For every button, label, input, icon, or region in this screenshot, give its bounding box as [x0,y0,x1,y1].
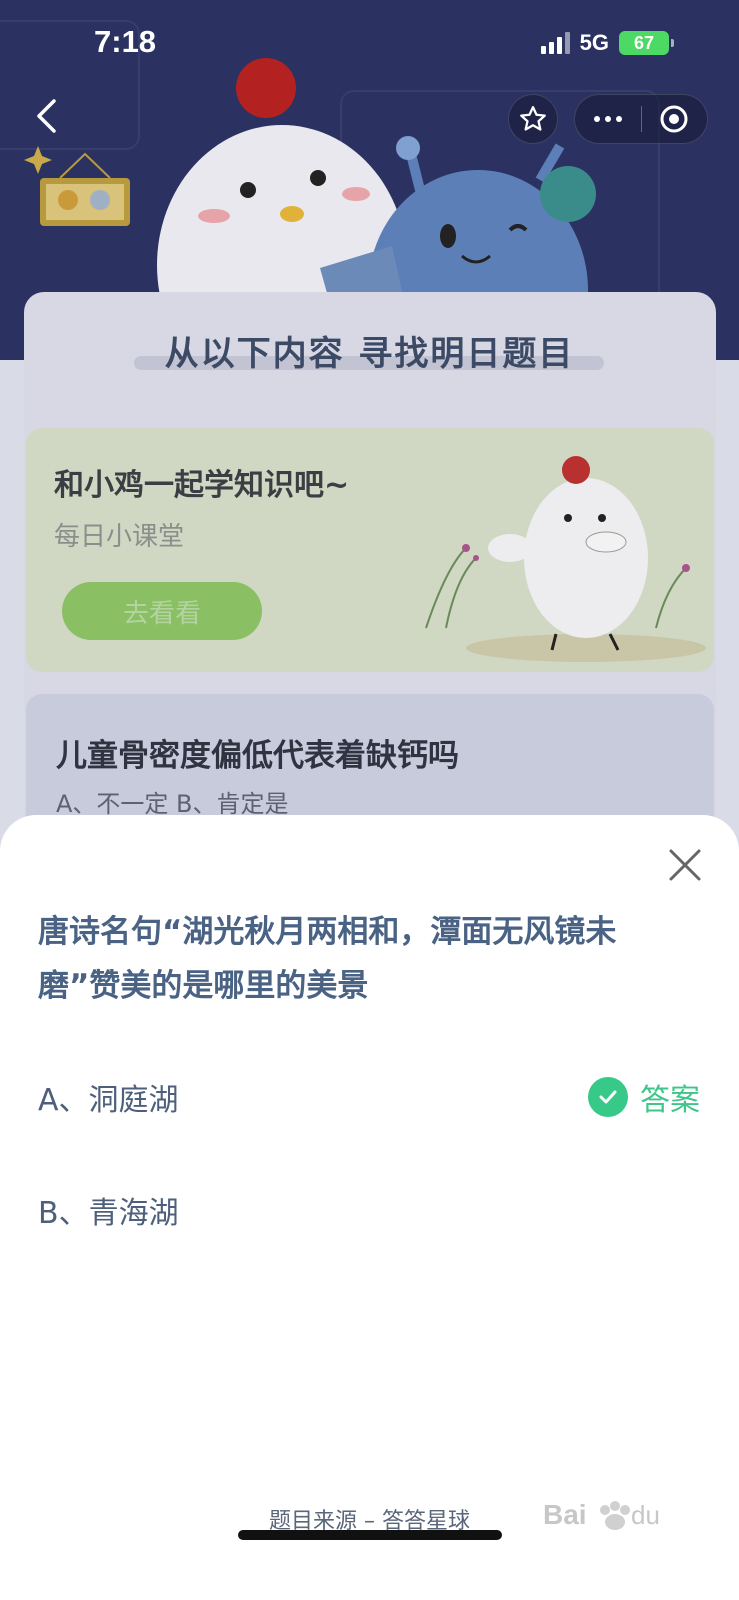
svg-text:Bai: Bai [543,1499,587,1530]
back-arrow-icon [37,99,56,133]
answer-label: 答案 [640,1083,700,1118]
learn-card-title: 和小鸡一起学知识吧~ [54,468,350,503]
target-icon [660,105,688,133]
mini-program-capsule [574,94,708,144]
go-see-button[interactable]: 去看看 [62,582,262,640]
option-a[interactable]: A、洞庭湖 答案 [38,1067,700,1127]
chicken-illustration [425,456,706,662]
section-title: 从以下内容 寻找明日题目 [164,334,575,374]
close-button[interactable] [665,845,705,885]
svg-text:du: du [631,1500,660,1530]
status-time: 7:18 [94,24,157,59]
more-dots-icon[interactable] [575,94,641,144]
status-bar: 7:18 5G 67 [0,0,739,88]
network-type: 5G [579,30,609,55]
answer-tag: 答案 [588,1075,700,1119]
check-icon [588,1077,628,1117]
close-miniprogram-button[interactable] [642,94,708,144]
option-b[interactable]: B、青海湖 [38,1180,700,1240]
learn-card-subtitle: 每日小课堂 [54,522,185,552]
status-icons: 5G 67 [540,30,674,56]
learn-card[interactable]: 和小鸡一起学知识吧~ 每日小课堂 去看看 [26,428,714,672]
home-indicator [238,1530,502,1540]
star-icon [520,106,546,131]
signal-icon [540,32,570,54]
question-card-options: A、不一定 B、肯定是 [56,790,289,818]
battery-icon: 67 [619,31,674,55]
favorite-button[interactable] [508,94,558,144]
baidu-watermark-icon: Bai du [543,1499,660,1530]
question-text: 唐诗名句“湖光秋月两相和，潭面无风镜未磨”赞美的是哪里的美景 [38,914,617,1004]
answer-sheet: 唐诗名句“湖光秋月两相和，潭面无风镜未磨”赞美的是哪里的美景 A、洞庭湖 答案 … [0,815,739,1600]
option-b-label: B、青海湖 [38,1196,179,1231]
close-icon [669,849,701,881]
question-card-title: 儿童骨密度偏低代表着缺钙吗 [56,738,459,774]
battery-level: 67 [633,32,655,53]
back-button[interactable] [28,96,64,136]
option-a-label: A、洞庭湖 [38,1083,179,1118]
